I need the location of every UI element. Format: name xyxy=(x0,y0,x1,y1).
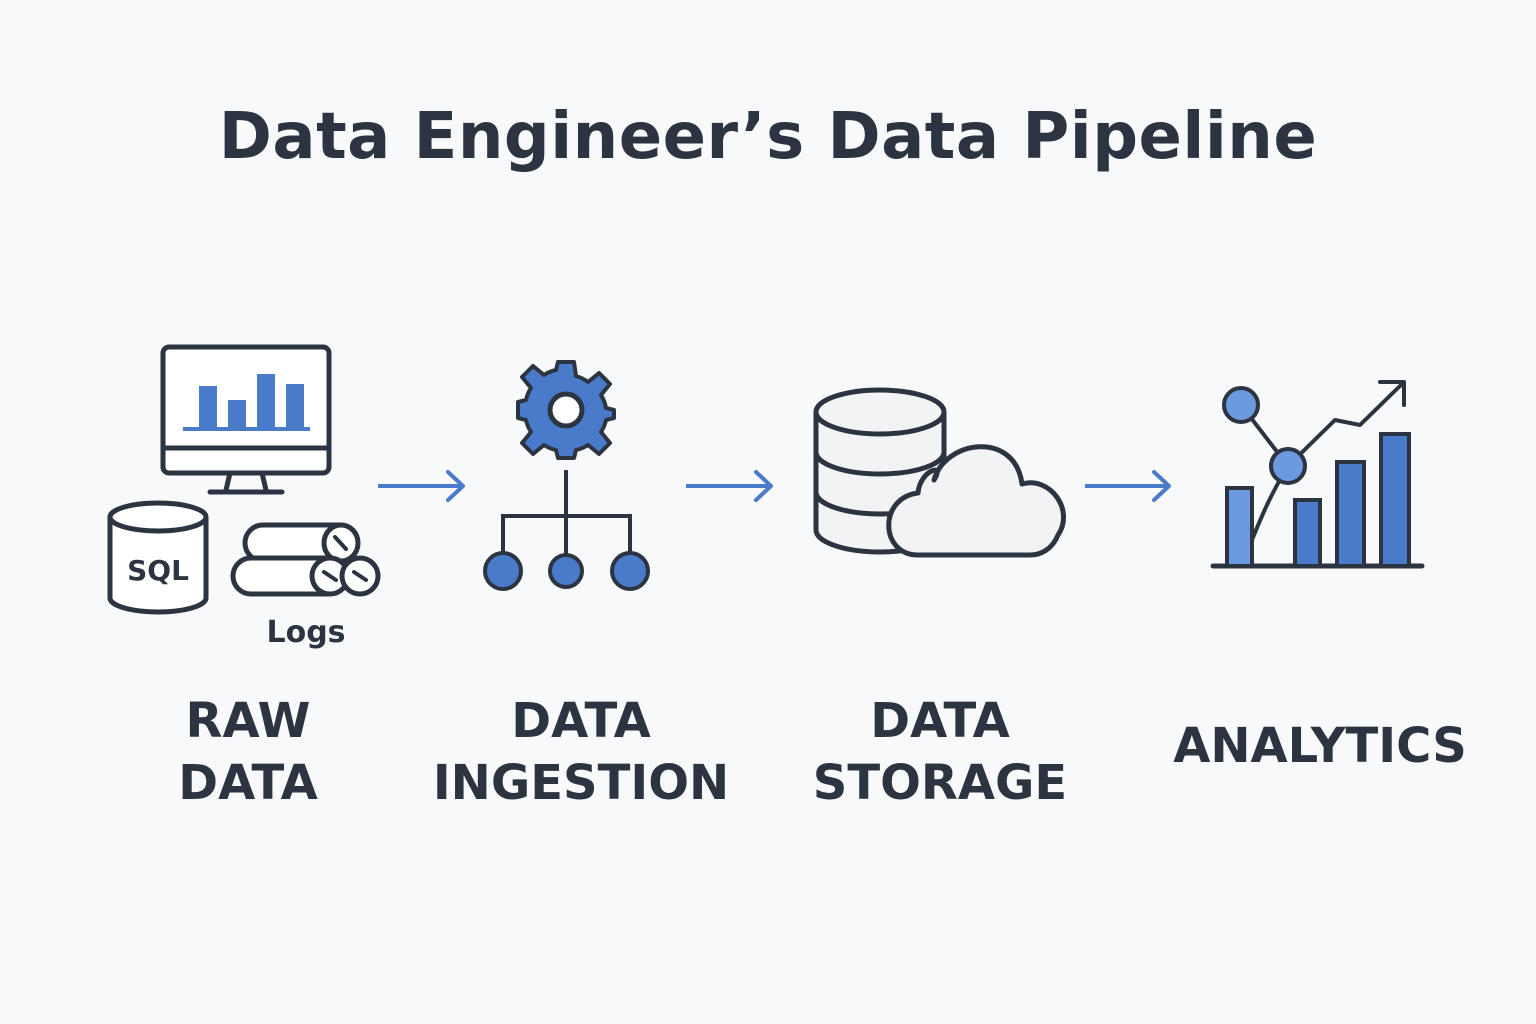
stage-label-line: ANALYTICS xyxy=(1173,718,1467,774)
stage-label-line: DATA xyxy=(870,693,1010,749)
arrow-right-icon xyxy=(378,470,465,502)
stage-label-line: STORAGE xyxy=(812,755,1068,811)
arrow-right-icon xyxy=(1085,470,1171,502)
stage-raw-data-icons: SQL Logs xyxy=(107,344,381,650)
sql-label: SQL xyxy=(127,554,189,587)
stage-data-ingestion-icons xyxy=(483,360,650,591)
gear-icon xyxy=(516,360,616,460)
hierarchy-icon xyxy=(483,470,650,591)
stage-label-line: DATA xyxy=(178,755,318,811)
logs-stack-icon xyxy=(230,522,381,597)
stage-label-line: INGESTION xyxy=(432,755,730,811)
stage-label-data-ingestion: DATA INGESTION xyxy=(431,690,731,814)
bar-chart-trend-icon xyxy=(1210,380,1425,569)
stage-data-storage-icons xyxy=(813,387,1066,558)
stage-label-data-storage: DATA STORAGE xyxy=(790,690,1090,814)
stage-label-line: RAW xyxy=(185,693,311,749)
logs-label: Logs xyxy=(266,615,345,650)
monitor-bar-chart-icon xyxy=(160,344,332,495)
pipeline-diagram: SQL Logs xyxy=(107,344,1425,650)
sql-database-icon: SQL xyxy=(107,500,209,615)
stage-label-raw-data: RAW DATA xyxy=(148,690,348,814)
stage-label-analytics: ANALYTICS xyxy=(1160,715,1480,777)
arrow-right-icon xyxy=(686,470,773,502)
stage-label-line: DATA xyxy=(511,693,651,749)
